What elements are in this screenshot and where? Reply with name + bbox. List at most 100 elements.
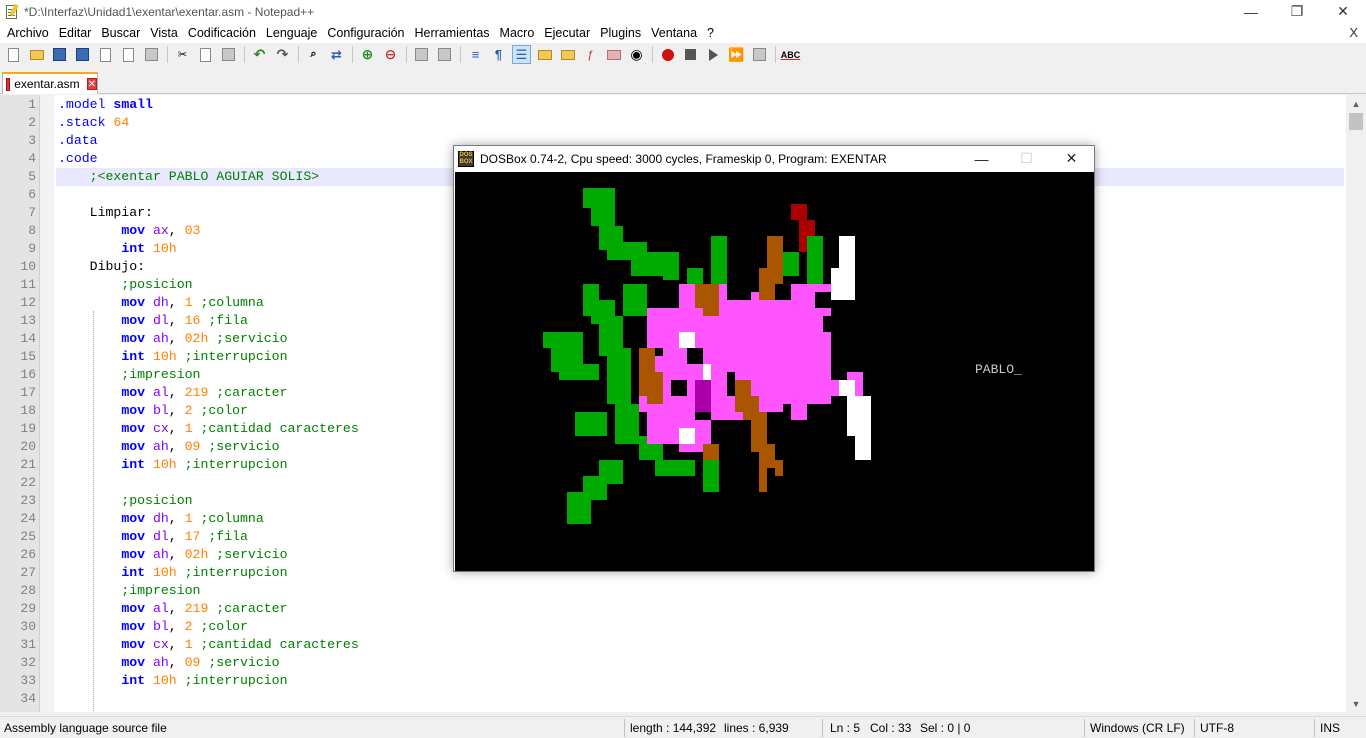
code-token: ah [152, 547, 169, 562]
save-all-icon[interactable] [73, 45, 92, 64]
macro-record-icon[interactable] [658, 45, 677, 64]
dosbox-minimize-button[interactable]: — [959, 146, 1004, 171]
macro-run-multiple-icon[interactable]: ⏩ [727, 45, 746, 64]
menu-vista[interactable]: Vista [145, 26, 183, 40]
menu-configuracion[interactable]: Configuración [322, 26, 409, 40]
scroll-up-icon[interactable]: ▲ [1346, 95, 1366, 112]
menu-ejecutar[interactable]: Ejecutar [539, 26, 595, 40]
line-number: 26 [20, 547, 36, 562]
function-list-icon[interactable]: ƒ [581, 45, 600, 64]
code-line[interactable]: 29 mov al, 219 ;caracter [0, 600, 1346, 618]
indent-guide-icon[interactable]: ☰ [512, 45, 531, 64]
define-language-icon[interactable] [535, 45, 554, 64]
pixel-block-white [679, 332, 695, 348]
menu-editar[interactable]: Editar [54, 26, 97, 40]
line-number: 14 [20, 331, 36, 346]
restore-button[interactable]: ❐ [1274, 0, 1320, 23]
code-token: dl [152, 529, 169, 544]
code-text[interactable]: .stack 64 [56, 114, 1344, 132]
menu-help[interactable]: ? [702, 26, 719, 40]
scroll-down-icon[interactable]: ▼ [1346, 695, 1366, 712]
copy-icon[interactable] [196, 45, 215, 64]
find-icon[interactable]: ⌕ [304, 45, 323, 64]
sync-horizontal-icon[interactable] [435, 45, 454, 64]
word-wrap-icon[interactable]: ≡ [466, 45, 485, 64]
macro-save-icon[interactable] [750, 45, 769, 64]
code-token: 02h [184, 331, 217, 346]
undo-icon[interactable]: ↶ [250, 45, 269, 64]
cut-icon[interactable]: ✂ [173, 45, 192, 64]
dosbox-window[interactable]: DOS BOX DOSBox 0.74-2, Cpu speed: 3000 c… [453, 145, 1095, 572]
sync-vertical-icon[interactable] [412, 45, 431, 64]
zoom-in-icon[interactable]: ⊕ [358, 45, 377, 64]
dosbox-screen[interactable]: PABLO_ [455, 172, 1094, 571]
print-icon[interactable] [142, 45, 161, 64]
dosbox-close-button[interactable]: ✕ [1049, 146, 1094, 171]
menu-archivo[interactable]: Archivo [2, 26, 54, 40]
line-number: 28 [20, 583, 36, 598]
code-line[interactable]: 33 int 10h ;interrupcion [0, 672, 1346, 690]
save-icon[interactable] [50, 45, 69, 64]
minimize-button[interactable]: — [1228, 0, 1274, 23]
vertical-scrollbar[interactable]: ▲ ▼ [1346, 95, 1366, 712]
menu-ventana[interactable]: Ventana [646, 26, 702, 40]
dosbox-title-bar[interactable]: DOS BOX DOSBox 0.74-2, Cpu speed: 3000 c… [454, 146, 1094, 171]
code-line[interactable]: 28 ;impresion [0, 582, 1346, 600]
code-text[interactable] [56, 690, 1344, 708]
macro-stop-icon[interactable] [681, 45, 700, 64]
code-token: ;interrupcion [184, 457, 288, 472]
code-text[interactable]: .model small [56, 96, 1344, 114]
code-line[interactable]: 34 [0, 690, 1346, 708]
code-text[interactable]: mov cx, 1 ;cantidad caracteres [56, 636, 1344, 654]
close-file-icon[interactable] [96, 45, 115, 64]
folder-workspace-icon[interactable] [604, 45, 623, 64]
close-button[interactable]: ✕ [1320, 0, 1366, 23]
code-line[interactable]: 32 mov ah, 09 ;servicio [0, 654, 1346, 672]
menu-buscar[interactable]: Buscar [96, 26, 145, 40]
redo-icon[interactable]: ↷ [273, 45, 292, 64]
code-text[interactable]: int 10h ;interrupcion [56, 672, 1344, 690]
code-text[interactable]: mov al, 219 ;caracter [56, 600, 1344, 618]
replace-icon[interactable]: ⇄ [327, 45, 346, 64]
code-line[interactable]: 31 mov cx, 1 ;cantidad caracteres [0, 636, 1346, 654]
status-eol: Windows (CR LF) [1090, 721, 1185, 735]
close-all-icon[interactable] [119, 45, 138, 64]
code-token: int [121, 565, 153, 580]
code-token: mov [121, 313, 153, 328]
code-token: 09 [184, 655, 209, 670]
menu-lenguaje[interactable]: Lenguaje [261, 26, 322, 40]
code-token: mov [121, 511, 153, 526]
spellcheck-icon[interactable]: ABC [781, 45, 801, 64]
menu-codificacion[interactable]: Codificación [183, 26, 261, 40]
macro-play-icon[interactable] [704, 45, 723, 64]
code-line[interactable]: 2 .stack 64 [0, 114, 1346, 132]
monitoring-icon[interactable]: ◉ [627, 45, 646, 64]
code-token: Dibujo: [58, 259, 146, 274]
menu-herramientas[interactable]: Herramientas [410, 26, 495, 40]
line-number: 25 [20, 529, 36, 544]
tab-close-icon[interactable]: ✕ [86, 78, 97, 90]
new-file-icon[interactable] [4, 45, 23, 64]
code-line[interactable]: 1 .model small [0, 96, 1346, 114]
code-token: ;fila [208, 529, 248, 544]
tab-exentar-asm[interactable]: exentar.asm ✕ [2, 72, 98, 94]
code-line[interactable]: 30 mov bl, 2 ;color [0, 618, 1346, 636]
code-token: .model [58, 97, 114, 112]
code-token: al [152, 601, 169, 616]
menu-macro[interactable]: Macro [495, 26, 540, 40]
code-token: 219 [184, 385, 217, 400]
close-document-button[interactable]: X [1349, 25, 1358, 40]
menu-plugins[interactable]: Plugins [595, 26, 646, 40]
open-file-icon[interactable] [27, 45, 46, 64]
paste-icon[interactable] [219, 45, 238, 64]
code-text[interactable]: mov bl, 2 ;color [56, 618, 1344, 636]
zoom-out-icon[interactable]: ⊖ [381, 45, 400, 64]
scrollbar-thumb[interactable] [1349, 113, 1363, 130]
code-text[interactable]: ;impresion [56, 582, 1344, 600]
document-map-icon[interactable] [558, 45, 577, 64]
line-number: 27 [20, 565, 36, 580]
code-text[interactable]: mov ah, 09 ;servicio [56, 654, 1344, 672]
show-all-characters-icon[interactable]: ¶ [489, 45, 508, 64]
